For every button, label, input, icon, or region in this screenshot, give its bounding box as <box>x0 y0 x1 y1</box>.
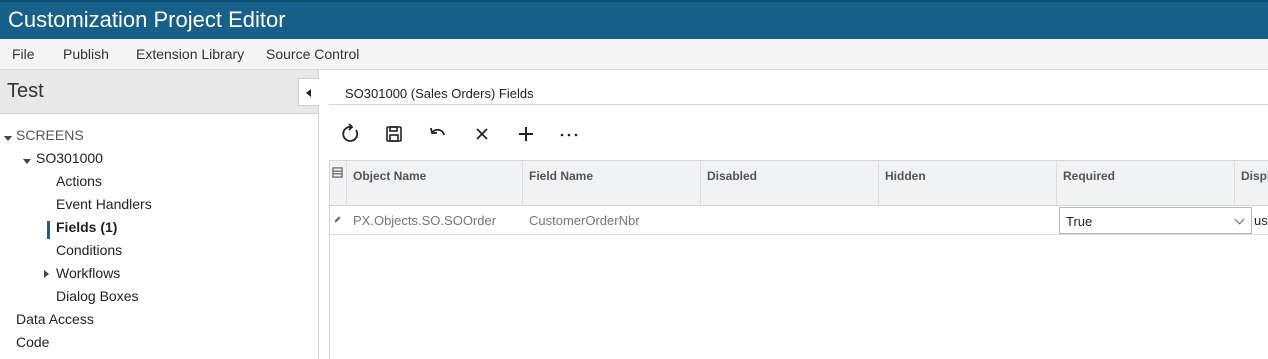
edit-row-icon <box>330 206 347 234</box>
caret-right-icon[interactable] <box>44 270 49 278</box>
cell-object-name[interactable]: PX.Objects.SO.SOOrder <box>347 206 523 234</box>
more-icon[interactable] <box>557 122 581 146</box>
column-chooser-icon[interactable] <box>330 161 347 205</box>
required-select[interactable]: True <box>1059 207 1252 234</box>
undo-icon[interactable] <box>426 122 450 146</box>
chevron-down-icon <box>1234 214 1245 225</box>
cell-field-name[interactable]: CustomerOrderNbr <box>523 206 701 234</box>
tree-item-workflows[interactable]: Workflows <box>56 265 120 281</box>
column-header-disabled[interactable]: Disabled <box>701 161 879 205</box>
refresh-icon[interactable] <box>339 122 363 146</box>
page-title: SO301000 (Sales Orders) Fields <box>345 86 534 101</box>
column-header-field-name[interactable]: Field Name <box>523 161 701 205</box>
project-name: Test <box>7 80 44 102</box>
main-panel: SO301000 (Sales Orders) Fields Object Na… <box>329 70 1268 359</box>
column-header-object-name[interactable]: Object Name <box>347 161 523 205</box>
delete-icon[interactable] <box>470 122 494 146</box>
selection-indicator <box>47 221 50 239</box>
cell-disabled[interactable] <box>701 206 879 234</box>
cell-display[interactable]: ust <box>1252 206 1268 234</box>
project-tree-sidebar: Test SCREENS SO301000 Actions Event Hand… <box>0 70 319 359</box>
sidebar-header: Test <box>0 70 318 114</box>
column-header-required[interactable]: Required <box>1057 161 1235 205</box>
caret-down-icon[interactable] <box>4 136 12 141</box>
app-title: Customization Project Editor <box>8 7 286 32</box>
tree-item-screen-id[interactable]: SO301000 <box>36 150 103 166</box>
cell-hidden[interactable] <box>879 206 1057 234</box>
menu-source-control[interactable]: Source Control <box>266 46 359 62</box>
add-icon[interactable] <box>514 122 538 146</box>
tree-item-data-access[interactable]: Data Access <box>16 311 94 327</box>
column-header-display[interactable]: Displ <box>1235 161 1268 205</box>
menu-extension-library[interactable]: Extension Library <box>136 46 244 62</box>
menu-file[interactable]: File <box>12 46 35 62</box>
menu-bar: File Publish Extension Library Source Co… <box>0 39 1268 70</box>
collapse-sidebar-button[interactable] <box>298 78 319 106</box>
grid-header: Object Name Field Name Disabled Hidden R… <box>330 160 1268 206</box>
save-icon[interactable] <box>382 122 406 146</box>
tree-item-event-handlers[interactable]: Event Handlers <box>56 196 152 212</box>
column-header-hidden[interactable]: Hidden <box>879 161 1057 205</box>
title-bar: Customization Project Editor <box>0 0 1268 39</box>
table-row[interactable]: PX.Objects.SO.SOOrder CustomerOrderNbr T… <box>330 206 1268 235</box>
tree-item-actions[interactable]: Actions <box>56 173 102 189</box>
required-select-value: True <box>1066 214 1093 229</box>
tree-item-dialog-boxes[interactable]: Dialog Boxes <box>56 288 139 304</box>
fields-grid: Object Name Field Name Disabled Hidden R… <box>329 160 1268 359</box>
tree-item-fields[interactable]: Fields (1) <box>56 219 117 235</box>
title-divider <box>329 104 1268 105</box>
tree-item-code[interactable]: Code <box>16 334 49 350</box>
tree-item-conditions[interactable]: Conditions <box>56 242 122 258</box>
menu-publish[interactable]: Publish <box>63 46 109 62</box>
caret-down-icon[interactable] <box>23 159 31 164</box>
tree-item-screens[interactable]: SCREENS <box>16 127 84 143</box>
